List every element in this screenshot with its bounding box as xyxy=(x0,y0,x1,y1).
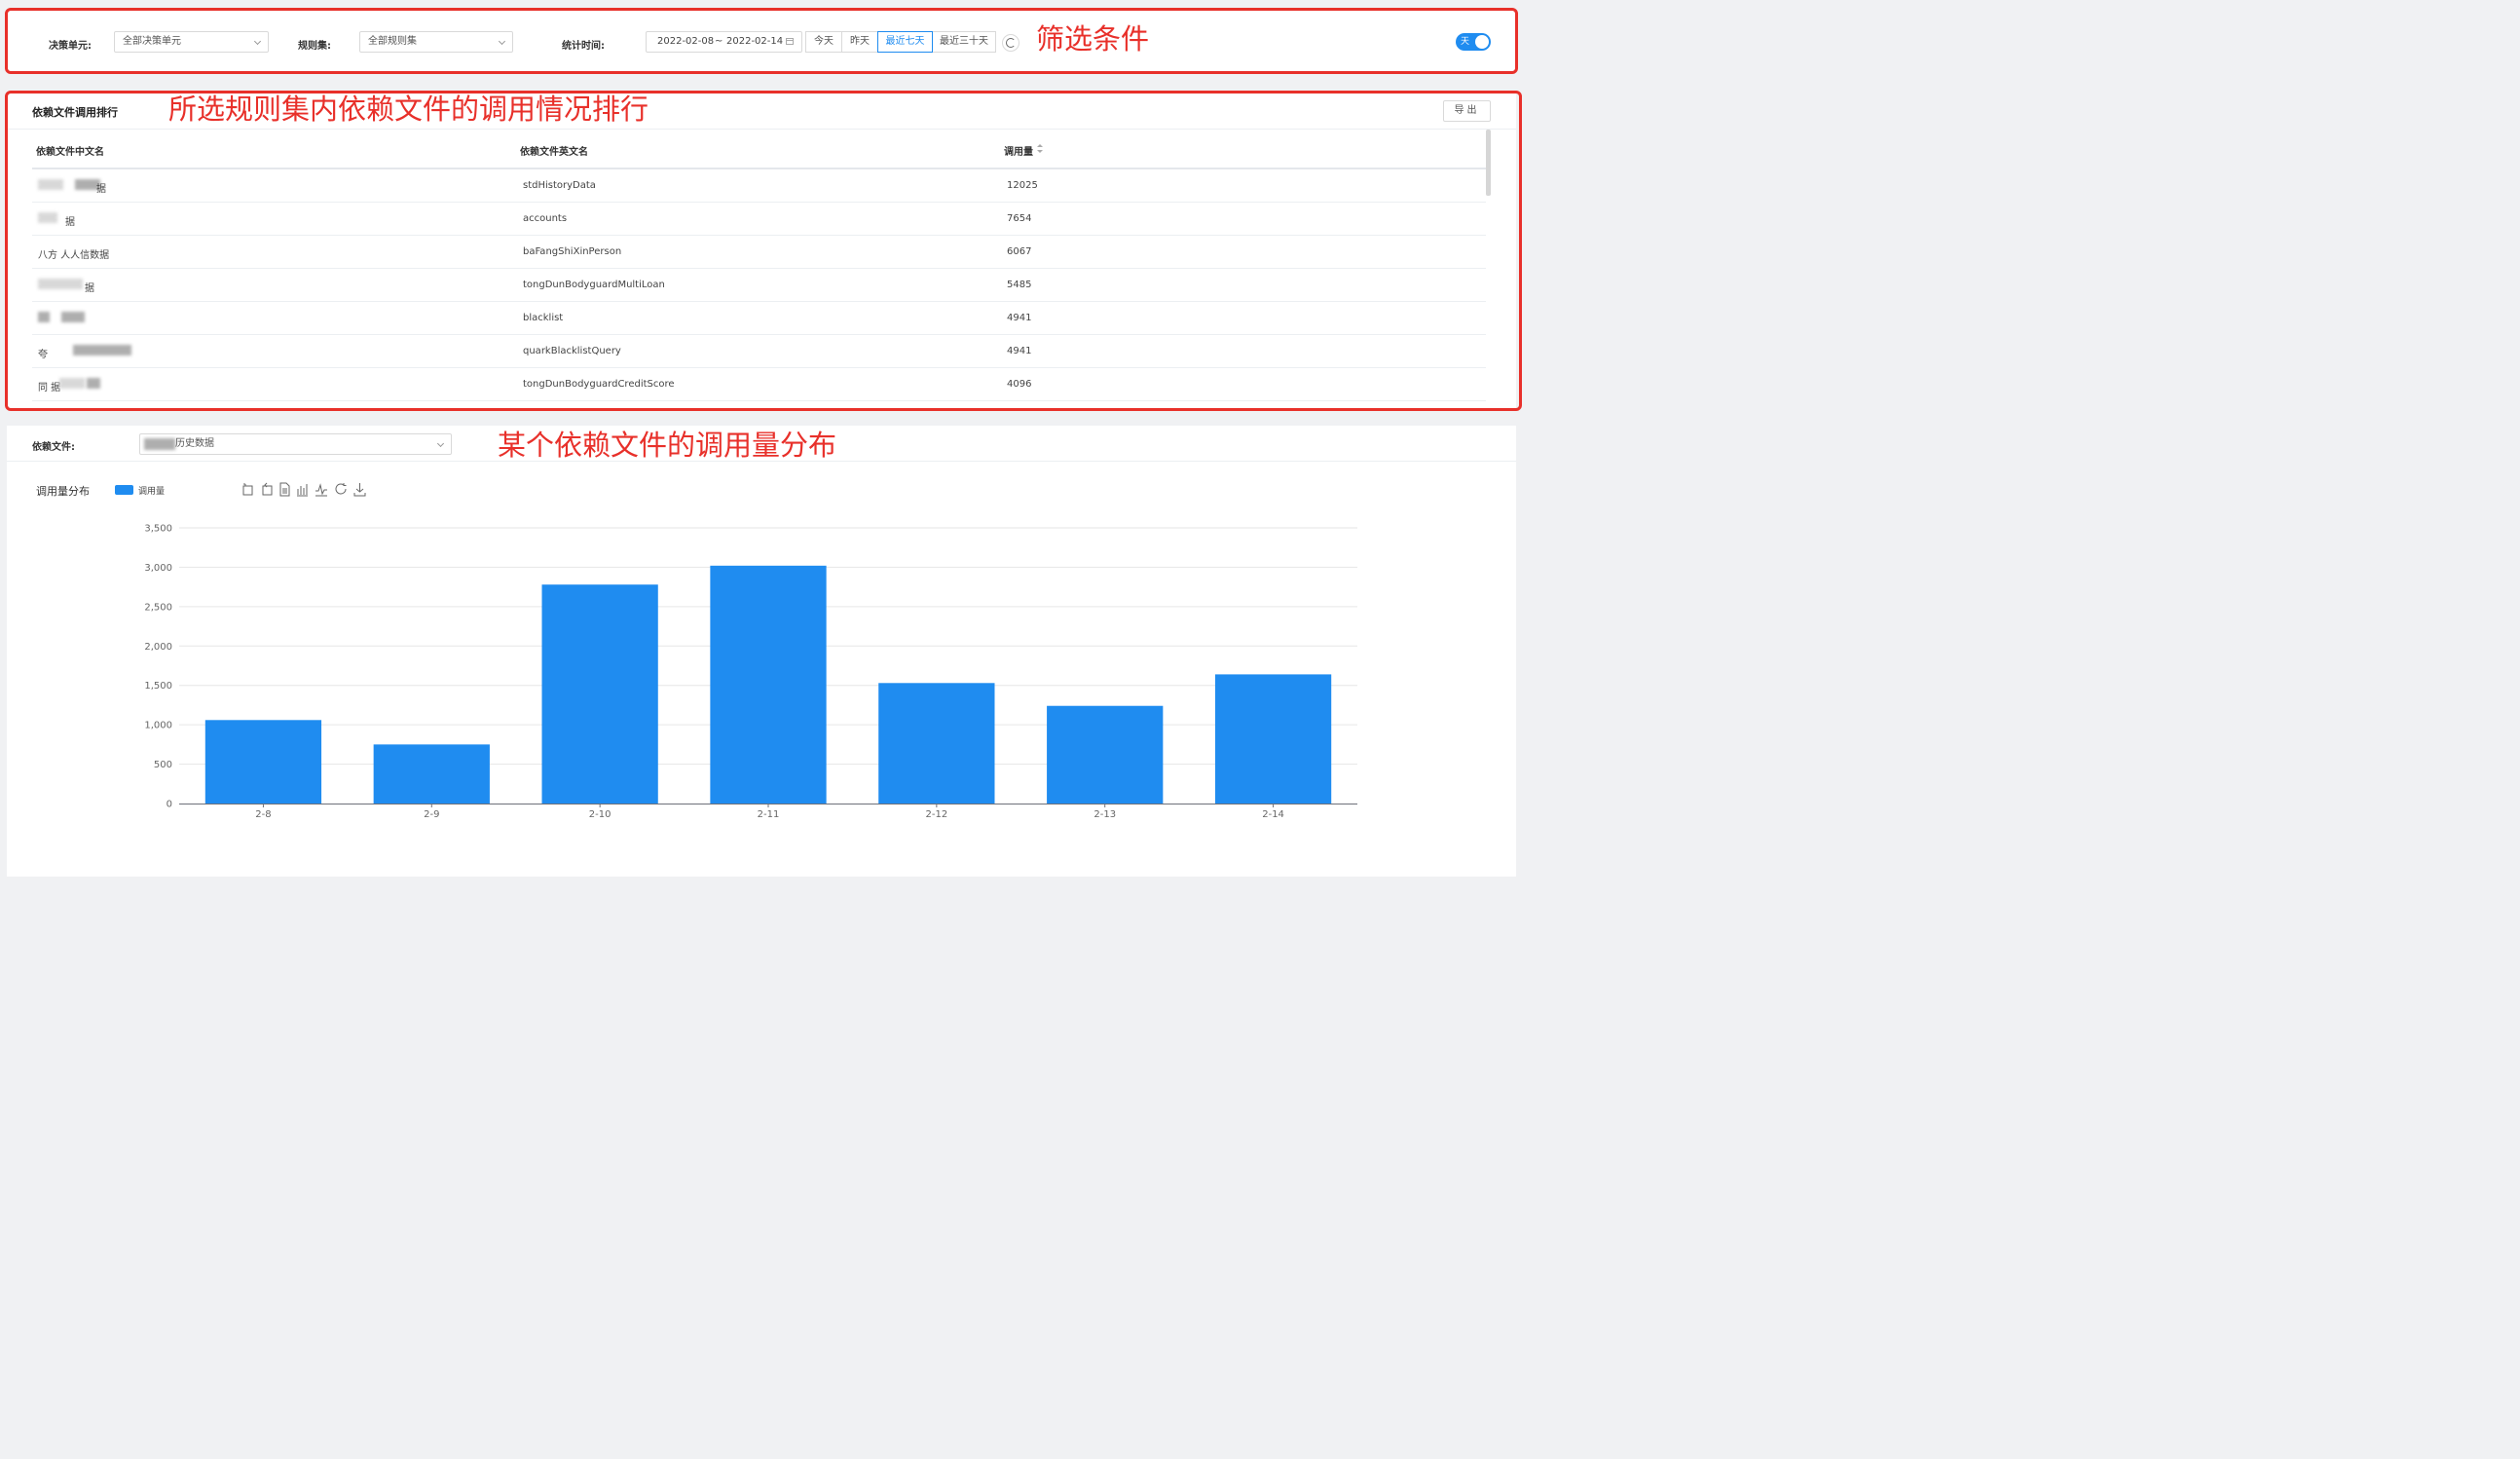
annotation-filters: 筛选条件 xyxy=(1036,22,1150,56)
y-tick-label: 2,000 xyxy=(144,642,172,653)
x-tick-label: 2-14 xyxy=(1262,809,1284,820)
bar[interactable] xyxy=(1214,674,1332,804)
bar[interactable] xyxy=(878,683,995,804)
annotation-chart: 某个依赖文件的调用量分布 xyxy=(498,429,837,462)
range-last7-button[interactable]: 最近七天 xyxy=(877,31,933,53)
x-tick-label: 2-13 xyxy=(1093,809,1116,820)
bar[interactable] xyxy=(373,744,490,804)
y-tick-label: 500 xyxy=(154,760,172,770)
x-tick-label: 2-11 xyxy=(758,809,780,820)
bar[interactable] xyxy=(710,565,827,804)
x-tick-label: 2-9 xyxy=(424,809,439,820)
bar[interactable] xyxy=(204,720,322,804)
x-tick-label: 2-10 xyxy=(589,809,611,820)
y-tick-label: 0 xyxy=(167,800,172,810)
y-tick-label: 3,000 xyxy=(144,563,172,574)
y-tick-label: 2,500 xyxy=(144,602,172,613)
bar[interactable] xyxy=(1047,705,1164,804)
x-tick-label: 2-12 xyxy=(926,809,948,820)
y-tick-label: 1,000 xyxy=(144,721,172,731)
bar[interactable] xyxy=(541,584,658,804)
annotation-table: 所选规则集内依赖文件的调用情况排行 xyxy=(168,93,649,126)
x-tick-label: 2-8 xyxy=(255,809,271,820)
y-tick-label: 3,500 xyxy=(144,524,172,535)
y-tick-label: 1,500 xyxy=(144,681,172,692)
